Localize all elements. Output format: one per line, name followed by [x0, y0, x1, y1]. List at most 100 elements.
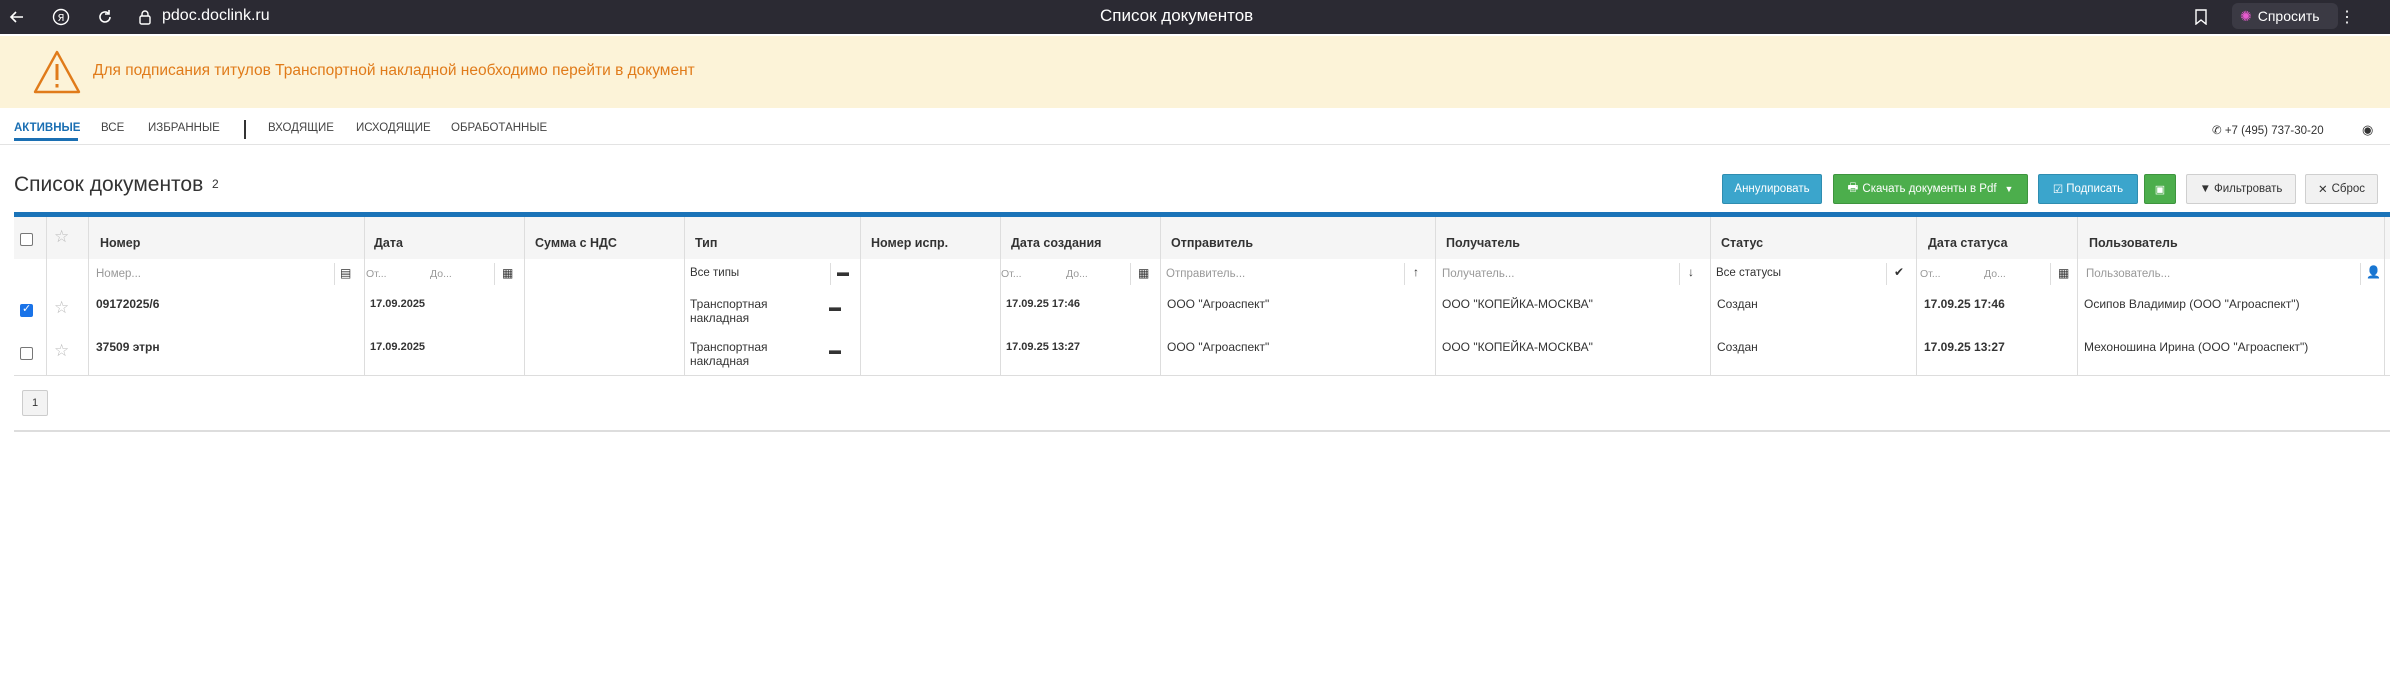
select-all-checkbox[interactable] — [20, 233, 33, 246]
tab-all[interactable]: ВСЕ — [101, 122, 124, 134]
back-arrow-icon[interactable] — [6, 6, 28, 28]
status-check-icon[interactable]: ✔ — [1894, 265, 1904, 279]
filter-separator — [830, 263, 831, 285]
filter-label: Фильтровать — [2213, 183, 2283, 195]
column-divider — [2077, 217, 2078, 375]
type-folder-icon[interactable]: ▬ — [837, 265, 849, 279]
tab-divider — [244, 120, 246, 139]
phone-icon: ✆ — [2212, 125, 2222, 137]
user-person-icon[interactable]: 👤 — [2366, 265, 2381, 279]
status-date-to-input[interactable]: До... — [1984, 268, 2006, 280]
user-filter-input[interactable]: Пользователь... — [2086, 268, 2170, 280]
document-type-line2: накладная — [690, 354, 750, 368]
tab-processed[interactable]: ОБРАБОТАННЫЕ — [451, 122, 547, 134]
table-row[interactable]: ☆ 09172025/6 17.09.2025 Транспортная нак… — [14, 289, 2390, 333]
document-type-line2: накладная — [690, 311, 750, 325]
document-receiver: ООО "КОПЕЙКА-МОСКВА" — [1442, 340, 1593, 354]
receiver-filter-input[interactable]: Получатель... — [1442, 268, 1514, 280]
document-tabs: АКТИВНЫЕ ВСЕ ИЗБРАННЫЕ ВХОДЯЩИЕ ИСХОДЯЩИ… — [0, 108, 2390, 145]
column-header-status[interactable]: Статус — [1721, 236, 1763, 250]
sign-button[interactable]: ☑ Подписать — [2038, 174, 2138, 204]
yandex-icon[interactable]: Я — [50, 6, 72, 28]
date-from-input[interactable]: От... — [366, 268, 387, 280]
tab-favorites[interactable]: ИЗБРАННЫЕ — [148, 122, 220, 134]
column-divider — [1435, 217, 1436, 375]
receiver-sort-down-icon[interactable]: ↓ — [1688, 265, 1694, 279]
download-pdf-button[interactable]: 🖶 Скачать документы в Pdf ▼ — [1833, 174, 2028, 204]
document-status: Создан — [1717, 340, 1758, 354]
column-header-status-date[interactable]: Дата статуса — [1928, 236, 2008, 250]
table-row[interactable]: ☆ 37509 этрн 17.09.2025 Транспортная нак… — [14, 332, 2390, 376]
warning-banner: Для подписания титулов Транспортной накл… — [0, 36, 2390, 108]
number-filter-input[interactable]: Номер... — [96, 268, 141, 280]
row-checkbox[interactable] — [20, 347, 33, 360]
ask-label: Спросить — [2257, 8, 2320, 24]
active-tab-indicator — [14, 138, 78, 141]
excel-export-button[interactable]: ▣ — [2144, 174, 2176, 204]
column-divider — [88, 217, 89, 375]
ask-button[interactable]: ✺ Спросить — [2232, 3, 2338, 29]
grid-filter-row: Номер... ▤ От... До... ▦ Все типы ▬ От..… — [14, 259, 2390, 290]
status-date-calendar-icon[interactable]: ▦ — [2058, 266, 2069, 280]
column-header-sender[interactable]: Отправитель — [1171, 236, 1253, 250]
bookmark-icon[interactable] — [2190, 6, 2212, 28]
filter-separator — [2360, 263, 2361, 285]
language-icon[interactable]: ◉ — [2362, 122, 2373, 138]
tab-outgoing[interactable]: ИСХОДЯЩИЕ — [356, 122, 431, 134]
number-filter-list-icon[interactable]: ▤ — [340, 266, 351, 280]
tab-incoming[interactable]: ВХОДЯЩИЕ — [268, 122, 334, 134]
favorite-header-star-icon[interactable]: ☆ — [54, 227, 69, 247]
document-folder-icon[interactable]: ▬ — [829, 300, 841, 314]
status-date-from-input[interactable]: От... — [1920, 268, 1941, 280]
filter-button[interactable]: ▼ Фильтровать — [2186, 174, 2296, 204]
page-title: Список документов — [14, 173, 204, 196]
reset-label: Сброс — [2331, 183, 2366, 195]
document-user: Осипов Владимир (ООО "Агроаспект") — [2084, 297, 2300, 311]
document-status-date: 17.09.25 17:46 — [1924, 297, 2005, 311]
column-divider — [1160, 217, 1161, 375]
document-number[interactable]: 37509 этрн — [96, 340, 160, 354]
created-from-input[interactable]: От... — [1001, 268, 1022, 280]
column-header-receiver[interactable]: Получатель — [1446, 236, 1520, 250]
filter-icon: ▼ — [2199, 183, 2211, 195]
row-checkbox[interactable] — [20, 302, 33, 317]
column-header-created[interactable]: Дата создания — [1011, 236, 1101, 250]
column-header-number[interactable]: Номер — [100, 236, 140, 250]
column-header-date[interactable]: Дата — [374, 236, 403, 250]
sender-sort-up-icon[interactable]: ↑ — [1413, 265, 1419, 279]
printer-icon: 🖶 — [1847, 181, 1859, 194]
document-folder-icon[interactable]: ▬ — [829, 343, 841, 357]
status-filter-select[interactable]: Все статусы — [1716, 267, 1781, 279]
address-bar[interactable]: pdoc.doclink.ru — [162, 7, 270, 25]
window-title: Список документов — [1100, 6, 1254, 25]
favorite-star-icon[interactable]: ☆ — [54, 298, 69, 318]
date-to-input[interactable]: До... — [430, 268, 452, 280]
created-calendar-icon[interactable]: ▦ — [1138, 266, 1149, 280]
document-type-line1: Транспортная — [690, 297, 768, 311]
column-header-fix-number[interactable]: Номер испр. — [871, 236, 948, 250]
column-header-type[interactable]: Тип — [695, 236, 717, 250]
annul-button[interactable]: Аннулировать — [1722, 174, 1822, 204]
column-divider — [1000, 217, 1001, 375]
created-to-input[interactable]: До... — [1066, 268, 1088, 280]
close-icon: ✕ — [2317, 184, 2328, 196]
document-number[interactable]: 09172025/6 — [96, 297, 159, 311]
column-divider — [684, 217, 685, 375]
reset-button[interactable]: ✕ Сброс — [2305, 174, 2378, 204]
document-receiver: ООО "КОПЕЙКА-МОСКВА" — [1442, 297, 1593, 311]
pagination-page-1[interactable]: 1 — [22, 390, 48, 416]
date-calendar-icon[interactable]: ▦ — [502, 266, 513, 280]
sender-filter-input[interactable]: Отправитель... — [1166, 268, 1245, 280]
document-status: Создан — [1717, 297, 1758, 311]
column-header-sum[interactable]: Сумма с НДС — [535, 236, 617, 250]
document-date: 17.09.2025 — [370, 298, 426, 310]
filter-separator — [494, 263, 495, 285]
column-header-user[interactable]: Пользователь — [2089, 236, 2178, 250]
phone-number: +7 (495) 737-30-20 — [2224, 125, 2324, 137]
type-filter-select[interactable]: Все типы — [690, 267, 739, 279]
reload-icon[interactable] — [94, 6, 116, 28]
filter-separator — [1886, 263, 1887, 285]
favorite-star-icon[interactable]: ☆ — [54, 341, 69, 361]
more-menu-icon[interactable]: ⋮ — [2336, 6, 2358, 28]
tab-active[interactable]: АКТИВНЫЕ — [14, 122, 80, 134]
